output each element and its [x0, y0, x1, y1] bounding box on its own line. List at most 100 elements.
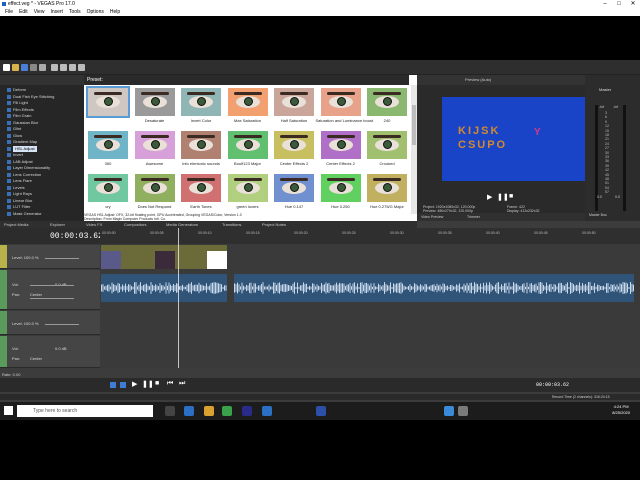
taskbar-clock[interactable]: 4:24 PM 8/25/2020 — [612, 404, 630, 416]
preset-thumbnail[interactable] — [320, 174, 361, 202]
tab-media-generators[interactable]: Media Generators — [166, 221, 198, 228]
fx-list-item[interactable]: Lens Flare — [7, 178, 32, 184]
chrome-icon[interactable] — [222, 406, 232, 416]
fx-list-item[interactable]: Dual Fish Eye Stitching — [6, 94, 54, 100]
tab-compositors[interactable]: Compositors — [124, 221, 146, 228]
playhead-cursor[interactable] — [178, 228, 179, 368]
menu-tools[interactable]: Tools — [66, 8, 84, 16]
preset-thumbnail[interactable] — [181, 174, 221, 202]
rate-label[interactable]: Rate: 0.00 — [2, 372, 20, 377]
menu-edit[interactable]: Edit — [16, 8, 31, 16]
fx-list-item[interactable]: Gradient Map — [6, 139, 37, 145]
tab-video-fx[interactable]: Video FX — [86, 221, 102, 228]
preview-header[interactable]: Preview (Auto) — [417, 75, 585, 85]
fx-list-item[interactable]: Glow — [6, 133, 22, 139]
timeline-ruler[interactable]: 00:00:00 00:00:05 00:00:10 00:00:15 00:00:20… — [100, 228, 640, 244]
fx-list-item[interactable]: LUT Filter — [6, 204, 30, 210]
preset-thumbnail[interactable] — [227, 174, 268, 202]
preset-thumbnail[interactable] — [367, 174, 407, 202]
preset-thumbnail[interactable] — [88, 174, 128, 202]
fx-list-item[interactable]: Film Grain — [6, 113, 31, 119]
windows-start-icon[interactable] — [4, 406, 13, 415]
fx-list-item[interactable]: Invert — [6, 152, 23, 158]
minimize-button[interactable]: – — [598, 0, 612, 8]
track-header-audio-4[interactable]: Vol: 0.0 dB Pan: Center — [0, 336, 100, 368]
preset-thumbnail[interactable] — [367, 88, 407, 116]
copy-icon[interactable] — [60, 64, 67, 71]
play-icon[interactable]: ▶ — [487, 193, 492, 201]
tab-video-preview[interactable]: Video Preview — [421, 213, 443, 221]
new-project-icon[interactable] — [3, 64, 10, 71]
pause-icon[interactable]: ❚❚ — [142, 380, 154, 388]
track-header-video-3[interactable]: Level: 100.0 % — [0, 311, 100, 335]
fx-list-item[interactable]: Levels — [7, 185, 25, 191]
audio-clip[interactable] — [101, 274, 227, 302]
fx-list-item[interactable]: HSL Adjust — [7, 145, 37, 152]
close-button[interactable]: ✕ — [626, 0, 640, 8]
preset-thumbnail[interactable] — [181, 131, 221, 159]
volume-slider[interactable] — [30, 285, 74, 286]
preset-thumbnail[interactable] — [134, 88, 175, 116]
next-frame-icon[interactable]: ⏭ — [179, 380, 185, 388]
pause-icon[interactable]: ❚❚ — [497, 193, 509, 201]
render-icon[interactable] — [30, 64, 37, 71]
loop-icon[interactable] — [120, 382, 126, 388]
preset-thumbnail[interactable] — [274, 131, 314, 159]
tab-project-notes[interactable]: Project Notes — [262, 221, 286, 228]
menu-insert[interactable]: Insert — [47, 8, 66, 16]
fx-list-item[interactable]: Light Rays — [7, 191, 32, 197]
level-slider[interactable] — [45, 324, 79, 325]
play-from-start-icon[interactable]: ▶ — [132, 380, 137, 388]
fx-list-item[interactable]: Mask Generator — [7, 211, 42, 217]
audio-clip[interactable] — [234, 274, 634, 302]
fx-list-item[interactable]: LAB Adjust — [7, 159, 33, 165]
timeline-timecode[interactable]: 00:00:03.62 — [50, 232, 103, 241]
preset-thumbnail[interactable] — [88, 131, 128, 159]
tab-explorer[interactable]: Explorer — [50, 221, 65, 228]
file-explorer-icon[interactable] — [204, 406, 214, 416]
save-icon[interactable] — [21, 64, 28, 71]
preset-thumbnail[interactable] — [320, 131, 361, 159]
tab-trimmer[interactable]: Trimmer — [467, 213, 480, 221]
preset-thumbnail[interactable] — [86, 86, 130, 118]
scrollbar-thumb[interactable] — [412, 105, 416, 145]
preset-thumbnail[interactable] — [274, 174, 314, 202]
tab-project-media[interactable]: Project Media — [4, 221, 28, 228]
task-view-icon[interactable] — [165, 406, 175, 416]
cut-icon[interactable] — [51, 64, 58, 71]
vegas-taskbar-icon[interactable] — [316, 406, 326, 416]
fx-list-item[interactable]: Gaussian Blur — [6, 120, 38, 126]
fx-list-item[interactable]: Glint — [6, 126, 21, 132]
preset-thumbnail[interactable] — [227, 88, 268, 116]
preset-thumbnail[interactable] — [274, 88, 314, 116]
taskbar-search-input[interactable]: Type here to search — [17, 405, 153, 417]
preset-thumbnail[interactable] — [320, 88, 361, 116]
tab-transitions[interactable]: Transitions — [222, 221, 241, 228]
paste-icon[interactable] — [69, 64, 76, 71]
fx-list-item[interactable]: Fill Light — [7, 100, 28, 106]
stop-icon[interactable]: ■ — [509, 193, 513, 200]
fx-list-item[interactable]: Linear Blur — [6, 198, 32, 204]
fx-list-item[interactable]: Layer Dimensionality — [6, 165, 50, 171]
properties-icon[interactable] — [39, 64, 46, 71]
video-clip[interactable] — [101, 245, 227, 269]
level-slider[interactable] — [45, 258, 79, 259]
edge-icon[interactable] — [184, 406, 194, 416]
track-header-video-1[interactable]: Level: 100.0 % — [0, 245, 100, 269]
maximize-button[interactable]: □ — [612, 0, 626, 8]
prev-frame-icon[interactable]: ⏮ — [167, 380, 173, 388]
app-icon[interactable] — [444, 406, 454, 416]
stop-icon[interactable]: ■ — [155, 380, 159, 387]
fx-list-item[interactable]: Film Effects — [7, 107, 34, 113]
menu-view[interactable]: View — [31, 8, 48, 16]
mail-icon[interactable] — [262, 406, 272, 416]
open-icon[interactable] — [12, 64, 19, 71]
preset-thumbnail[interactable] — [227, 131, 268, 159]
preset-thumbnail[interactable] — [181, 88, 221, 116]
preset-thumbnail[interactable] — [367, 131, 407, 159]
preset-thumbnail[interactable] — [134, 131, 175, 159]
app-icon-2[interactable] — [458, 406, 468, 416]
fx-list-item[interactable]: Deform — [6, 87, 26, 93]
undo-icon[interactable] — [78, 64, 85, 71]
fx-list-item[interactable]: Lens Correction — [6, 172, 41, 178]
